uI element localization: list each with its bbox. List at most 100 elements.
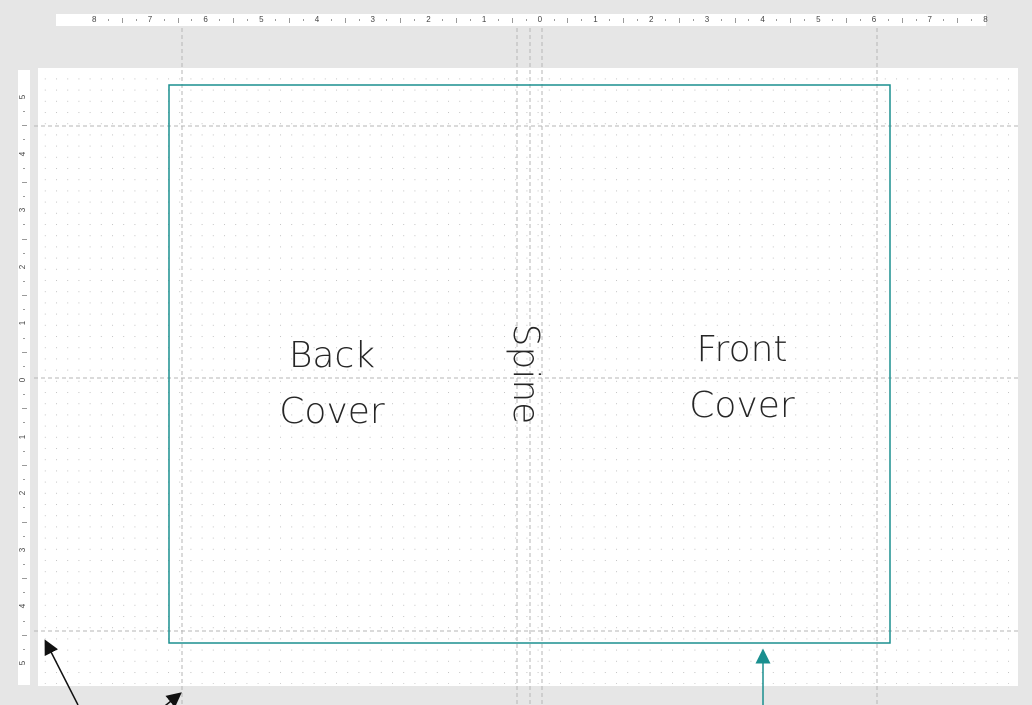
ruler-label-h: 6 (871, 15, 877, 24)
ruler-tick (22, 295, 27, 297)
ruler-tick (23, 563, 25, 565)
ruler-label-v: 3 (18, 547, 28, 553)
ruler-tick (23, 394, 25, 396)
ruler-tick (804, 19, 806, 21)
ruler-tick (637, 19, 639, 21)
ruler-tick (832, 19, 834, 21)
ruler-tick (23, 479, 25, 481)
ruler-tick (23, 280, 25, 282)
ruler-label-v: 5 (18, 94, 28, 100)
ruler-tick (135, 19, 137, 21)
ruler-tick (22, 464, 27, 466)
ruler-label-v: 1 (18, 434, 28, 439)
ruler-tick (497, 19, 499, 21)
ruler-tick (22, 125, 27, 127)
ruler-label-h: 8 (983, 15, 988, 24)
ruler-tick (191, 19, 193, 21)
ruler-label-v: 4 (18, 151, 28, 156)
ruler-tick (23, 309, 25, 311)
ruler-tick (107, 19, 109, 21)
ruler-label-h: 1 (481, 15, 487, 24)
ruler-tick (748, 19, 750, 21)
ruler-tick (121, 18, 123, 23)
front-cover-label[interactable]: Front Cover (642, 322, 842, 434)
ruler-tick (456, 18, 458, 23)
ruler-tick (845, 18, 847, 23)
ruler-tick (23, 252, 25, 254)
ruler-tick (609, 19, 611, 21)
ruler-label-v: 1 (18, 321, 28, 326)
ruler-tick (22, 634, 27, 636)
ruler-tick (22, 351, 27, 353)
ruler-tick (664, 19, 666, 21)
ruler-tick (23, 139, 25, 141)
ruler-tick (22, 578, 27, 580)
ruler-tick (720, 19, 722, 21)
ruler-tick (23, 507, 25, 509)
ruler-label-h: 4 (760, 15, 765, 24)
spine-label[interactable]: Spine (505, 309, 546, 439)
ruler-label-h: 2 (426, 15, 431, 24)
ruler-tick (790, 18, 792, 23)
ruler-tick (23, 196, 25, 198)
ruler-tick (23, 620, 25, 622)
ruler-tick (358, 19, 360, 21)
ruler-tick (915, 19, 917, 21)
ruler-tick (23, 365, 25, 367)
black-arrow-secondary (164, 692, 182, 705)
ruler-tick (23, 535, 25, 537)
ruler-tick (23, 450, 25, 452)
ruler-tick (525, 19, 527, 21)
ruler-tick (23, 648, 25, 650)
ruler-tick (23, 167, 25, 169)
ruler-tick (163, 19, 165, 21)
ruler-tick (623, 18, 625, 23)
ruler-tick (302, 19, 304, 21)
ruler-label-v: 0 (18, 377, 28, 383)
ruler-tick (247, 19, 249, 21)
ruler-label-v: 4 (18, 604, 28, 609)
ruler-tick (23, 592, 25, 594)
ruler-label-v: 3 (18, 207, 28, 213)
vertical-ruler[interactable]: 5 4 3 2 1 0 1 2 3 4 5 (18, 70, 30, 685)
ruler-tick (22, 181, 27, 183)
ruler-tick (943, 19, 945, 21)
ruler-tick (511, 18, 513, 23)
ruler-tick (330, 19, 332, 21)
ruler-label-v: 5 (18, 660, 28, 666)
ruler-tick (22, 238, 27, 240)
ruler-tick (734, 18, 736, 23)
horizontal-ruler[interactable]: 8 7 6 5 4 3 2 1 0 1 2 3 4 5 6 7 8 (56, 14, 988, 26)
ruler-tick (971, 19, 973, 21)
ruler-tick (859, 19, 861, 21)
ruler-tick (23, 224, 25, 226)
back-cover-label[interactable]: Back Cover (232, 328, 432, 440)
ruler-label-v: 2 (18, 264, 28, 270)
ruler-label-v: 2 (18, 490, 28, 496)
ruler-tick (22, 521, 27, 523)
ruler-label-h: 7 (147, 15, 153, 24)
ruler-tick (414, 19, 416, 21)
ruler-label-h: 2 (649, 15, 654, 24)
ruler-tick (469, 19, 471, 21)
ruler-label-h: 5 (259, 15, 264, 24)
ruler-label-h: 8 (92, 15, 97, 24)
ruler-tick (776, 19, 778, 21)
ruler-label-h: 7 (927, 15, 932, 24)
ruler-tick (23, 111, 25, 113)
ruler-tick (553, 19, 555, 21)
ruler-tick (567, 18, 569, 23)
ruler-tick (219, 19, 221, 21)
ruler-tick (887, 19, 889, 21)
ruler-label-h: 3 (370, 15, 375, 24)
ruler-label-h: 5 (816, 15, 821, 24)
ruler-tick (581, 19, 583, 21)
ruler-tick (177, 18, 179, 23)
ruler-tick (275, 19, 277, 21)
ruler-tick (288, 18, 290, 23)
ruler-label-h: 6 (203, 15, 208, 24)
slide-editor-canvas: 8 7 6 5 4 3 2 1 0 1 2 3 4 5 6 7 8 5 4 3 2 1 0 1 2 3 4 5 Back Cover… (0, 0, 1032, 705)
ruler-label-h: 3 (704, 15, 710, 24)
ruler-tick (344, 18, 346, 23)
ruler-tick (692, 19, 694, 21)
